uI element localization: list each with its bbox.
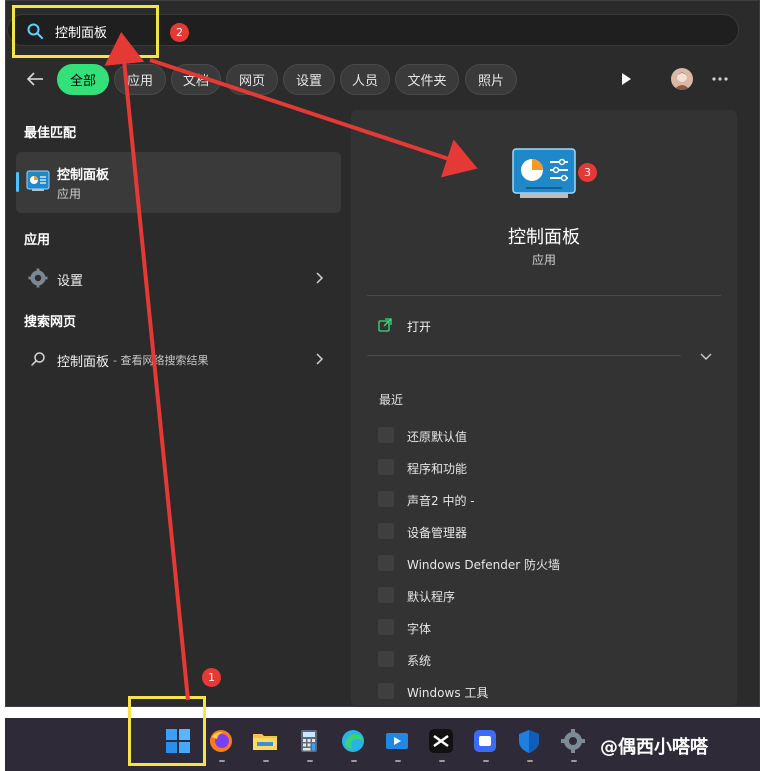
- annotation-arrows: [104, 32, 478, 701]
- step-badge-1: 1: [202, 668, 221, 687]
- step-badge-2: 2: [170, 23, 189, 42]
- step-badge-3: 3: [578, 163, 597, 182]
